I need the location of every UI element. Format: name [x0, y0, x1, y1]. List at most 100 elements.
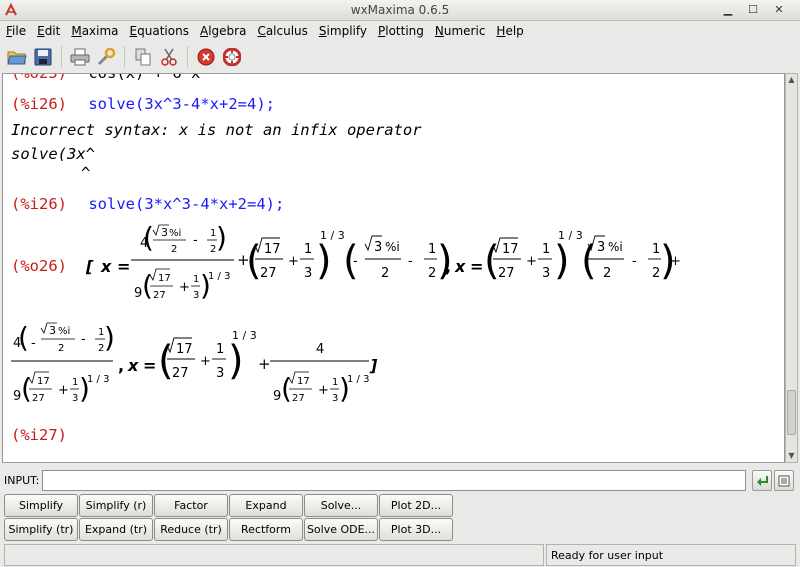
exponent: 1 / 3: [558, 229, 583, 242]
num-twenty-seven: 27: [260, 266, 277, 281]
worksheet-scrollbar[interactable]: ▲ ▼: [785, 73, 798, 463]
open-icon[interactable]: [4, 44, 30, 70]
num-three: 3: [193, 290, 199, 301]
math-eq: =: [117, 257, 130, 276]
svg-text:): ): [554, 238, 570, 284]
plus-sign: +: [200, 354, 211, 369]
num-two: 2: [428, 266, 436, 281]
num-seventeen: 17: [264, 242, 281, 257]
minus-sign: -: [193, 233, 198, 248]
plus-sign: +: [670, 254, 681, 269]
open-bracket: [: [85, 257, 94, 276]
menu-edit[interactable]: Edit: [31, 21, 65, 41]
minus-sign: -: [353, 254, 358, 269]
toolbar-separator: [187, 46, 188, 68]
restart-icon[interactable]: [219, 44, 245, 70]
plus-sign: +: [318, 383, 329, 398]
math-var: x: [127, 356, 139, 375]
worksheet[interactable]: (%o25) cos(x) + 6 x (%i26) solve(3x^3-4*…: [2, 73, 785, 463]
plus-sign: +: [58, 383, 69, 398]
toolbar-separator: [124, 46, 125, 68]
menu-file[interactable]: File: [0, 21, 31, 41]
simplify-tr-button[interactable]: Simplify (tr): [4, 518, 78, 541]
num-one: 1: [332, 377, 338, 388]
menu-maxima[interactable]: Maxima: [65, 21, 123, 41]
print-icon[interactable]: [67, 44, 93, 70]
status-bar: Ready for user input: [0, 544, 800, 567]
plus-sign: +: [288, 254, 299, 269]
exponent: 1 / 3: [208, 271, 230, 282]
scrollbar-thumb[interactable]: [787, 390, 796, 435]
num-three: 3: [304, 266, 312, 281]
scroll-down-icon[interactable]: ▼: [786, 450, 797, 462]
input-cell-3-label[interactable]: (%i27): [11, 426, 67, 444]
menu-help[interactable]: Help: [490, 21, 528, 41]
svg-text:): ): [216, 221, 227, 254]
window-title: wxMaxima 0.6.5: [350, 3, 450, 17]
num-two: 2: [603, 266, 611, 281]
rectform-button[interactable]: Rectform: [229, 518, 303, 541]
scroll-up-icon[interactable]: ▲: [786, 74, 797, 86]
menu-simplify[interactable]: Simplify: [313, 21, 372, 41]
num-seventeen: 17: [158, 273, 171, 284]
num-three: 3: [332, 393, 338, 404]
minimize-icon[interactable]: ▁: [720, 3, 736, 18]
pct-i: %i: [385, 240, 400, 254]
num-four: 4: [316, 342, 324, 357]
reduce-tr-button[interactable]: Reduce (tr): [154, 518, 228, 541]
simplify-button[interactable]: Simplify: [4, 494, 78, 517]
num-one: 1: [542, 242, 550, 257]
svg-text:(: (: [281, 372, 292, 405]
svg-text:(: (: [143, 221, 154, 254]
toolbar: [0, 42, 800, 72]
menu-bar: File Edit Maxima Equations Algebra Calcu…: [0, 21, 800, 41]
plus-sign: +: [258, 355, 271, 373]
maximize-icon[interactable]: ☐: [745, 3, 761, 18]
status-text: Ready for user input: [546, 544, 796, 566]
interrupt-icon[interactable]: [193, 44, 219, 70]
math-var: x: [454, 257, 466, 276]
minus-sign: -: [632, 254, 637, 269]
plot-2d-button[interactable]: Plot 2D...: [379, 494, 453, 517]
num-twenty-seven: 27: [172, 366, 189, 381]
save-icon[interactable]: [30, 44, 56, 70]
solve-button[interactable]: Solve...: [304, 494, 378, 517]
command-input[interactable]: [42, 470, 746, 491]
expand-button[interactable]: Expand: [229, 494, 303, 517]
comma: ,: [118, 356, 124, 375]
num-one: 1: [304, 242, 312, 257]
plus-sign: +: [526, 254, 537, 269]
num-three: 3: [72, 393, 78, 404]
enter-command-button[interactable]: [752, 470, 772, 491]
solve-ode-button[interactable]: Solve ODE...: [304, 518, 378, 541]
menu-plotting[interactable]: Plotting: [372, 21, 429, 41]
num-two: 2: [58, 343, 64, 354]
num-seventeen: 17: [502, 242, 519, 257]
svg-text:): ): [228, 338, 244, 384]
minus-sign: -: [31, 336, 36, 351]
close-icon[interactable]: ✕: [771, 3, 787, 18]
factor-button[interactable]: Factor: [154, 494, 228, 517]
menu-algebra[interactable]: Algebra: [194, 21, 251, 41]
copy-icon[interactable]: [130, 44, 156, 70]
menu-equations[interactable]: Equations: [124, 21, 194, 41]
num-one: 1: [216, 342, 224, 357]
preferences-icon[interactable]: [93, 44, 119, 70]
svg-text:): ): [104, 321, 115, 354]
input-row: INPUT:: [4, 470, 796, 492]
math-eq: =: [470, 257, 483, 276]
pct-i: %i: [608, 240, 623, 254]
math-var: x: [100, 257, 112, 276]
exponent: 1 / 3: [347, 374, 369, 385]
wxmaxima-window: wxMaxima 0.6.5 ▁ ☐ ✕ File Edit Maxima Eq…: [0, 0, 800, 567]
menu-numeric[interactable]: Numeric: [429, 21, 491, 41]
simplify-r-button[interactable]: Simplify (r): [79, 494, 153, 517]
menu-calculus[interactable]: Calculus: [251, 21, 312, 41]
cut-icon[interactable]: [156, 44, 182, 70]
num-one: 1: [72, 377, 78, 388]
num-one: 1: [428, 242, 436, 257]
plot-3d-button[interactable]: Plot 3D...: [379, 518, 453, 541]
plus-sign: +: [179, 280, 190, 295]
history-button[interactable]: [774, 470, 794, 491]
expand-tr-button[interactable]: Expand (tr): [79, 518, 153, 541]
